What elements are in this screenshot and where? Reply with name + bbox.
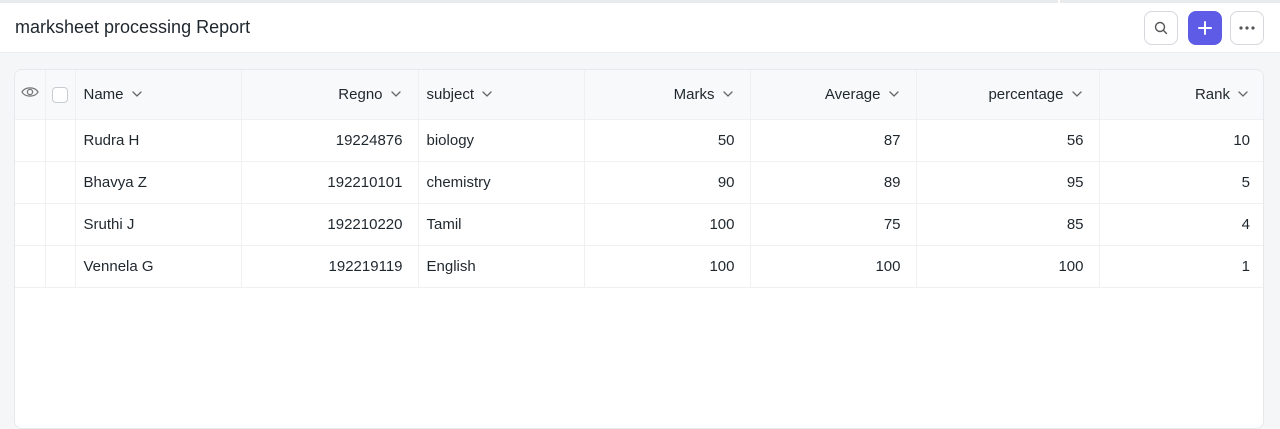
cell-marks: 90 xyxy=(584,161,751,204)
column-label: Marks xyxy=(673,85,715,103)
column-label: percentage xyxy=(988,85,1064,103)
cell-marks: 50 xyxy=(584,119,751,162)
column-header-percentage[interactable]: percentage xyxy=(916,70,1100,120)
table-row[interactable]: Vennela G 192219119 English 100 100 100 … xyxy=(15,245,1263,288)
cell-average: 100 xyxy=(750,245,917,288)
cell-percentage: 100 xyxy=(916,245,1100,288)
cell-marks: 100 xyxy=(584,203,751,246)
column-header-subject[interactable]: subject xyxy=(418,70,585,120)
cell-name: Bhavya Z xyxy=(75,161,242,204)
table-header-row: Name Regno subject Marks Average percent… xyxy=(15,70,1263,120)
column-label: Rank xyxy=(1194,85,1230,103)
column-visibility-cell[interactable] xyxy=(15,70,46,120)
row-spacer-cell xyxy=(15,203,46,246)
chevron-down-icon xyxy=(1071,91,1082,98)
chevron-down-icon xyxy=(722,91,733,98)
cell-rank: 10 xyxy=(1099,119,1263,162)
row-spacer-cell xyxy=(15,119,46,162)
cell-rank: 4 xyxy=(1099,203,1263,246)
cell-subject: biology xyxy=(418,119,585,162)
cell-name: Rudra H xyxy=(75,119,242,162)
column-label: Regno xyxy=(338,85,383,103)
cell-rank: 5 xyxy=(1099,161,1263,204)
eye-icon[interactable] xyxy=(21,85,39,99)
more-horizontal-icon xyxy=(1239,26,1255,30)
cell-percentage: 56 xyxy=(916,119,1100,162)
column-label: subject xyxy=(426,85,475,103)
column-label: Name xyxy=(83,85,124,103)
cell-average: 87 xyxy=(750,119,917,162)
plus-icon xyxy=(1198,21,1212,35)
report-table-card: Name Regno subject Marks Average percent… xyxy=(14,69,1264,429)
column-header-name[interactable]: Name xyxy=(75,70,242,120)
cell-subject: chemistry xyxy=(418,161,585,204)
chevron-down-icon xyxy=(1238,91,1248,98)
column-label: Average xyxy=(824,85,881,103)
cell-average: 89 xyxy=(750,161,917,204)
cell-regno: 192219119 xyxy=(241,245,419,288)
page-title: marksheet processing Report xyxy=(15,17,251,37)
table-row[interactable]: Bhavya Z 192210101 chemistry 90 89 95 5 xyxy=(15,161,1263,204)
column-header-average[interactable]: Average xyxy=(750,70,917,120)
cell-percentage: 95 xyxy=(916,161,1100,204)
select-all-cell[interactable] xyxy=(45,70,76,120)
table-row[interactable]: Rudra H 19224876 biology 50 87 56 10 xyxy=(15,119,1263,162)
cell-regno: 19224876 xyxy=(241,119,419,162)
more-button[interactable] xyxy=(1230,11,1264,45)
table-row[interactable]: Sruthi J 192210220 Tamil 100 75 85 4 xyxy=(15,203,1263,246)
cell-regno: 192210101 xyxy=(241,161,419,204)
cell-average: 75 xyxy=(750,203,917,246)
cell-subject: Tamil xyxy=(418,203,585,246)
report-table: Name Regno subject Marks Average percent… xyxy=(15,70,1263,288)
search-button[interactable] xyxy=(1144,11,1178,45)
cell-regno: 192210220 xyxy=(241,203,419,246)
row-spacer-cell xyxy=(15,161,46,204)
chevron-down-icon xyxy=(888,91,899,98)
chevron-down-icon xyxy=(390,91,401,98)
column-header-regno[interactable]: Regno xyxy=(241,70,419,120)
search-icon xyxy=(1154,21,1168,35)
row-select-cell[interactable] xyxy=(45,161,76,204)
page-header: marksheet processing Report xyxy=(0,3,1280,53)
row-select-cell[interactable] xyxy=(45,203,76,246)
column-header-marks[interactable]: Marks xyxy=(584,70,751,120)
chevron-down-icon xyxy=(131,91,142,98)
row-select-cell[interactable] xyxy=(45,245,76,288)
cell-percentage: 85 xyxy=(916,203,1100,246)
row-spacer-cell xyxy=(15,245,46,288)
cell-name: Sruthi J xyxy=(75,203,242,246)
row-select-cell[interactable] xyxy=(45,119,76,162)
cell-marks: 100 xyxy=(584,245,751,288)
cell-name: Vennela G xyxy=(75,245,242,288)
cell-subject: English xyxy=(418,245,585,288)
select-all-checkbox[interactable] xyxy=(51,86,68,103)
add-button[interactable] xyxy=(1188,11,1222,45)
cell-rank: 1 xyxy=(1099,245,1263,288)
column-header-rank[interactable]: Rank xyxy=(1099,70,1263,120)
chevron-down-icon xyxy=(482,91,492,98)
